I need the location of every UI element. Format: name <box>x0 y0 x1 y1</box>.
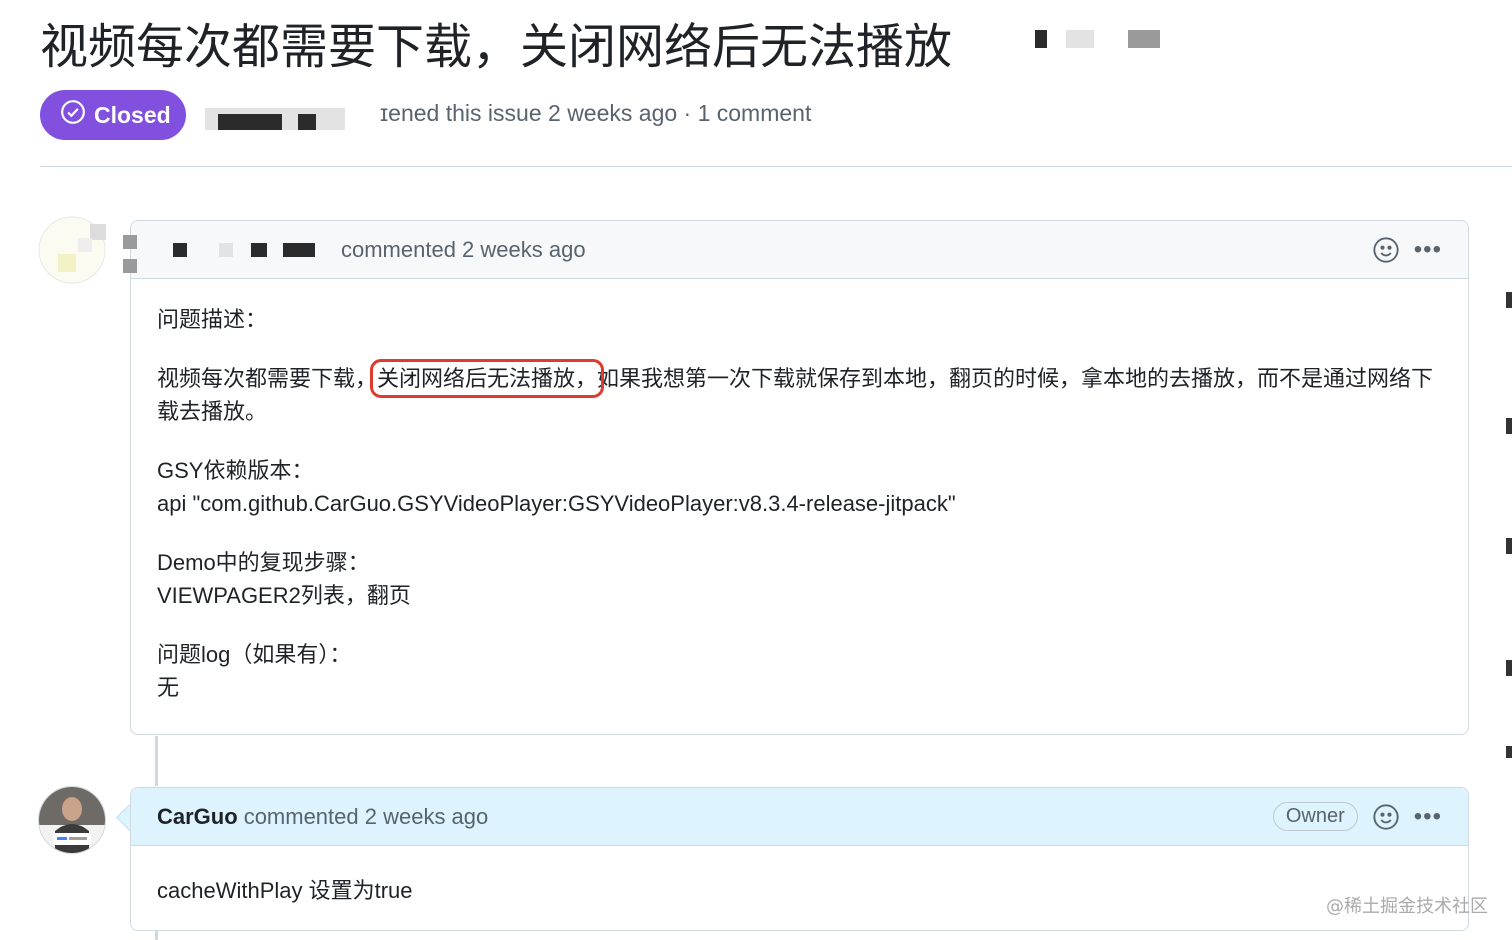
timeline-connector <box>155 736 158 786</box>
watermark: @稀土掘金技术社区 <box>1326 896 1488 917</box>
body-text: GSY依赖版本： <box>157 458 314 483</box>
sidebar-fragment <box>1506 418 1512 434</box>
title-redaction <box>1066 30 1094 48</box>
comment-timestamp[interactable]: commented 2 weeks ago <box>341 237 586 263</box>
author-redaction <box>283 243 315 257</box>
sidebar-fragment <box>1506 660 1512 676</box>
author-redaction <box>123 259 137 273</box>
timeline-connector <box>155 930 158 940</box>
comment-card: CarGuo commented 2 weeks ago Owner ••• c… <box>130 787 1469 931</box>
body-paragraph: GSY依赖版本： api "com.github.CarGuo.GSYVideoP… <box>157 454 1442 520</box>
avatar[interactable] <box>38 786 106 854</box>
body-text: Demo中的复现步骤： <box>157 550 370 575</box>
avatar[interactable] <box>38 212 106 288</box>
issue-state-badge: Closed <box>40 90 186 140</box>
comment-timestamp[interactable]: commented 2 weeks ago <box>244 804 489 830</box>
comment-header: commented 2 weeks ago ••• <box>123 221 1468 279</box>
author-redaction <box>298 114 316 130</box>
author-redaction <box>218 114 282 130</box>
title-redaction <box>1128 30 1160 48</box>
comment-author[interactable]: CarGuo <box>157 804 238 830</box>
check-circle-icon <box>60 99 86 131</box>
comment-body: 问题描述： 视频每次都需要下载，关闭网络后无法播放，如果我想第一次下载就保存到本… <box>131 279 1468 726</box>
author-redaction <box>173 243 187 257</box>
smiley-icon[interactable] <box>1372 236 1400 264</box>
body-paragraph: Demo中的复现步骤： VIEWPAGER2列表，翻页 <box>157 546 1442 612</box>
issue-title: 视频每次都需要下载，关闭网络后无法播放 <box>40 19 953 75</box>
comment-actions: Owner ••• <box>1272 788 1442 845</box>
body-text: api "com.github.CarGuo.GSYVideoPlayer:GS… <box>157 491 956 516</box>
sidebar-fragment <box>1506 538 1512 554</box>
body-paragraph: 问题log（如果有）： 无 <box>157 638 1442 704</box>
body-paragraph: cacheWithPlay 设置为true <box>157 878 413 903</box>
body-text: 视频每次都需要下载， <box>157 366 378 391</box>
body-paragraph: 视频每次都需要下载，关闭网络后无法播放，如果我想第一次下载就保存到本地，翻页的时… <box>157 359 1442 428</box>
author-redaction <box>123 235 137 249</box>
smiley-icon[interactable] <box>1372 803 1400 831</box>
highlighted-text: 关闭网络后无法播放， <box>370 359 605 398</box>
author-redaction <box>251 243 267 257</box>
sidebar-fragment <box>1506 292 1512 308</box>
comment-actions: ••• <box>1372 221 1442 278</box>
owner-badge: Owner <box>1272 802 1358 831</box>
comment-body: cacheWithPlay 设置为true <box>131 846 1468 929</box>
comment-header: CarGuo commented 2 weeks ago Owner ••• <box>131 788 1468 846</box>
comment-card: commented 2 weeks ago ••• 问题描述： 视频每次都需要下… <box>123 220 1469 735</box>
title-redaction <box>1035 30 1047 48</box>
kebab-horizontal-icon[interactable]: ••• <box>1414 804 1442 829</box>
body-paragraph: 问题描述： <box>157 307 268 332</box>
header-divider <box>40 166 1512 167</box>
kebab-horizontal-icon[interactable]: ••• <box>1414 237 1442 262</box>
author-redaction <box>219 243 233 257</box>
issue-meta: ɪened this issue 2 weeks ago · 1 comment <box>380 100 812 126</box>
state-label: Closed <box>94 101 171 128</box>
body-text: 问题log（如果有）： <box>157 642 352 667</box>
body-text: VIEWPAGER2列表，翻页 <box>157 583 411 608</box>
sidebar-fragment <box>1506 746 1512 758</box>
body-text: 无 <box>157 675 180 700</box>
